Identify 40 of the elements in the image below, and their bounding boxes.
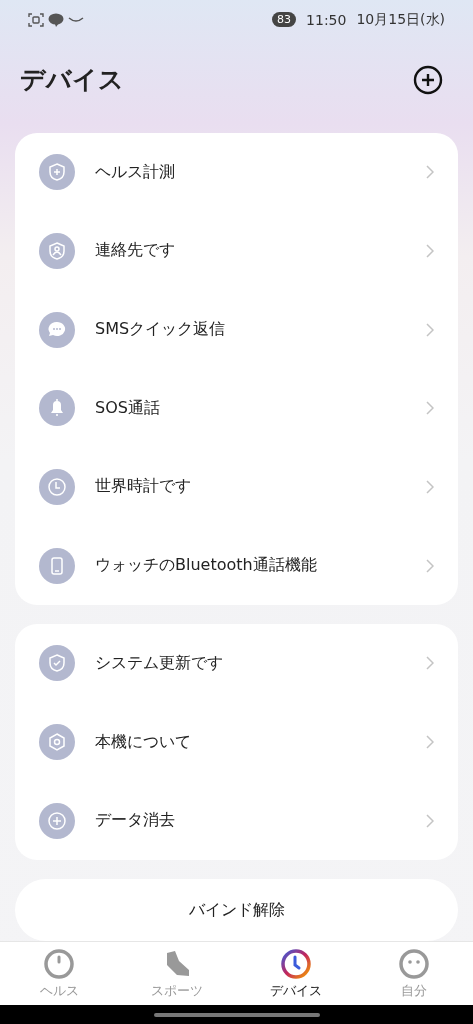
chevron-icon <box>426 656 434 671</box>
nav-tab[interactable]: デバイス <box>236 942 355 1005</box>
chevron-icon <box>426 480 434 494</box>
phone-icon <box>39 547 75 584</box>
chevron-icon <box>426 322 434 337</box>
menu-item[interactable]: データ消去 <box>27 781 446 861</box>
chevron-icon <box>426 813 434 828</box>
shield-plus-icon <box>39 154 75 191</box>
home-indicator[interactable] <box>153 1012 320 1017</box>
menu-item[interactable]: システム更新です <box>27 624 446 703</box>
gauge-icon <box>43 947 76 980</box>
chevron-icon <box>426 558 434 573</box>
add-icon[interactable] <box>413 64 443 95</box>
chat-icon <box>39 311 75 348</box>
face-icon <box>397 947 430 980</box>
clock-icon <box>279 947 312 980</box>
status-date: 10月15日(水) <box>356 11 445 29</box>
menu-item[interactable]: 世界時計です <box>27 447 446 527</box>
screenshot-icon <box>28 13 44 27</box>
chevron-icon <box>426 401 434 416</box>
chevron-icon <box>426 165 434 180</box>
plus-icon <box>39 802 75 839</box>
battery-level: 83 <box>272 12 297 28</box>
unbind-button[interactable]: バインド解除 <box>15 879 458 942</box>
chevron-icon <box>426 735 434 750</box>
clock-icon <box>39 469 75 505</box>
menu-item[interactable]: 連絡先です <box>27 211 446 291</box>
smile-curve-icon <box>68 16 84 24</box>
status-time: 11:50 <box>306 12 347 28</box>
shield-person-icon <box>39 232 75 269</box>
page-title: デバイス <box>20 64 124 97</box>
chevron-icon <box>426 243 434 258</box>
menu-item[interactable]: SOS通話 <box>27 368 446 448</box>
menu-item[interactable]: ヘルス計測 <box>27 132 446 212</box>
chat-bubble-icon <box>48 13 64 27</box>
shield-check-icon <box>39 645 75 682</box>
bell-icon <box>39 390 75 427</box>
menu-item[interactable]: 本機について <box>27 702 446 782</box>
menu-item[interactable]: SMSクイック返信 <box>27 290 446 369</box>
menu-item[interactable]: ウォッチのBluetooth通話機能 <box>27 526 446 605</box>
